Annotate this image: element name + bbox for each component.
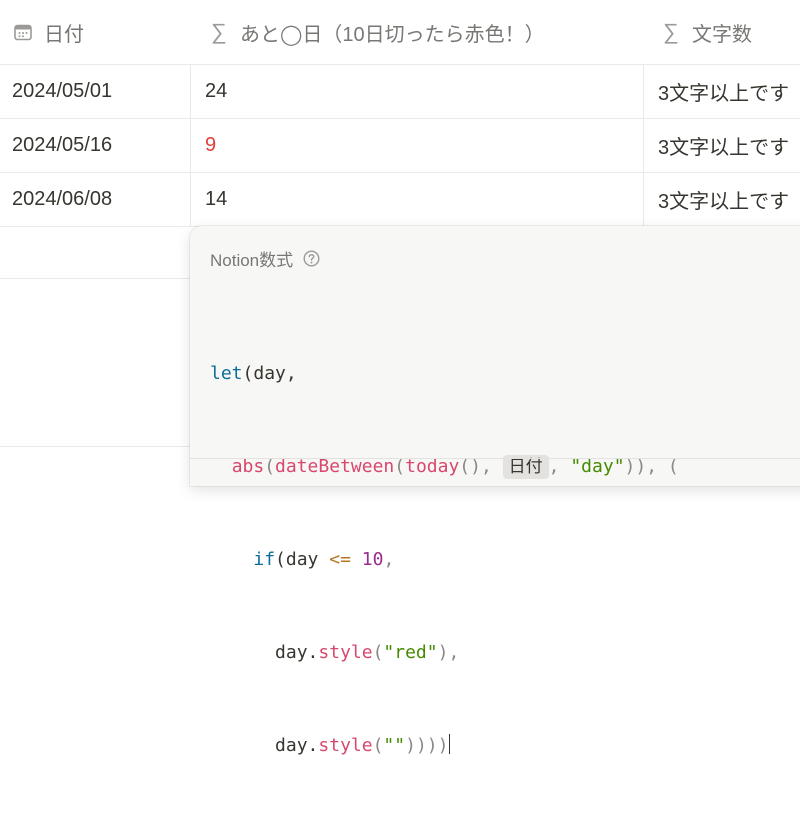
code-function: dateBetween — [275, 456, 395, 477]
column-label-char-count: 文字数 — [692, 23, 752, 46]
sigma-icon: ∑ — [663, 19, 679, 44]
code-text: (day — [275, 549, 330, 570]
column-divider — [643, 65, 644, 227]
code-function: style — [318, 642, 373, 663]
column-label-days-left: あと◯日（10日切ったら赤色！） — [240, 23, 545, 46]
code-text: day. — [275, 735, 319, 756]
code-text: ( — [394, 456, 406, 477]
code-string: "" — [383, 735, 406, 756]
code-function: today — [405, 456, 460, 477]
code-text: day. — [275, 642, 319, 663]
code-keyword: let — [210, 363, 243, 384]
date-cell[interactable]: 2024/06/08 — [12, 173, 112, 226]
table-header: 日付 ∑ あと◯日（10日切ったら赤色！） ∑ 文字数 — [0, 0, 800, 65]
date-cell[interactable]: 2024/05/16 — [12, 119, 112, 172]
code-string: "day" — [570, 456, 625, 477]
column-header-date[interactable]: 日付 — [12, 0, 84, 64]
char-count-cell[interactable]: 3文字以上です — [658, 119, 789, 172]
code-text: )))) — [405, 735, 449, 756]
date-cell[interactable]: 2024/05/01 — [12, 65, 112, 118]
table-row[interactable]: 2024/06/08 14 3文字以上です — [0, 173, 800, 227]
code-text: ( — [264, 456, 276, 477]
column-header-char-count[interactable]: ∑ 文字数 — [660, 0, 752, 64]
code-text: )), ( — [624, 456, 679, 477]
code-function: style — [318, 735, 373, 756]
days-left-cell[interactable]: 9 — [205, 119, 216, 172]
code-text: (day, — [242, 363, 297, 384]
code-text: , — [383, 549, 395, 570]
formula-editor-title-text: Notion数式 — [210, 251, 294, 270]
calendar-icon — [12, 21, 34, 43]
code-string: "red" — [383, 642, 438, 663]
code-line: abs(dateBetween(today(), 日付, "day")), ( — [210, 451, 679, 482]
code-line: if(day <= 10, — [210, 544, 679, 575]
char-count-cell[interactable]: 3文字以上です — [658, 65, 789, 118]
formula-editor-popup: Notion数式 let(day, abs(dateBetween(today(… — [190, 226, 800, 756]
table-row[interactable]: 2024/05/01 24 3文字以上です — [0, 65, 800, 119]
code-text: , — [548, 456, 571, 477]
column-divider — [190, 65, 191, 227]
code-line: let(day, — [210, 358, 679, 389]
column-header-days-left[interactable]: ∑ あと◯日（10日切ったら赤色！） — [208, 0, 545, 64]
question-circle-icon[interactable] — [303, 250, 320, 267]
code-line: day.style("red"), — [210, 637, 679, 668]
code-text: ( — [372, 642, 384, 663]
code-keyword: if — [253, 549, 276, 570]
code-text: ), — [437, 642, 460, 663]
formula-editor-title: Notion数式 — [210, 246, 320, 271]
days-left-cell[interactable]: 14 — [205, 173, 227, 226]
days-left-cell[interactable]: 24 — [205, 65, 227, 118]
popup-divider — [190, 458, 800, 459]
code-line: day.style("")))) — [210, 730, 679, 761]
char-count-cell[interactable]: 3文字以上です — [658, 173, 789, 226]
table-row[interactable]: 2024/05/16 9 3文字以上です — [0, 119, 800, 173]
code-number: 10 — [361, 549, 384, 570]
formula-code-editor[interactable]: let(day, abs(dateBetween(today(), 日付, "d… — [210, 296, 679, 823]
code-operator: <= — [329, 549, 351, 570]
code-function: abs — [231, 456, 265, 477]
column-label-date: 日付 — [44, 23, 84, 46]
sigma-icon: ∑ — [211, 19, 227, 44]
code-text: (), — [459, 456, 503, 477]
text-cursor — [449, 734, 451, 754]
code-text: ( — [372, 735, 384, 756]
